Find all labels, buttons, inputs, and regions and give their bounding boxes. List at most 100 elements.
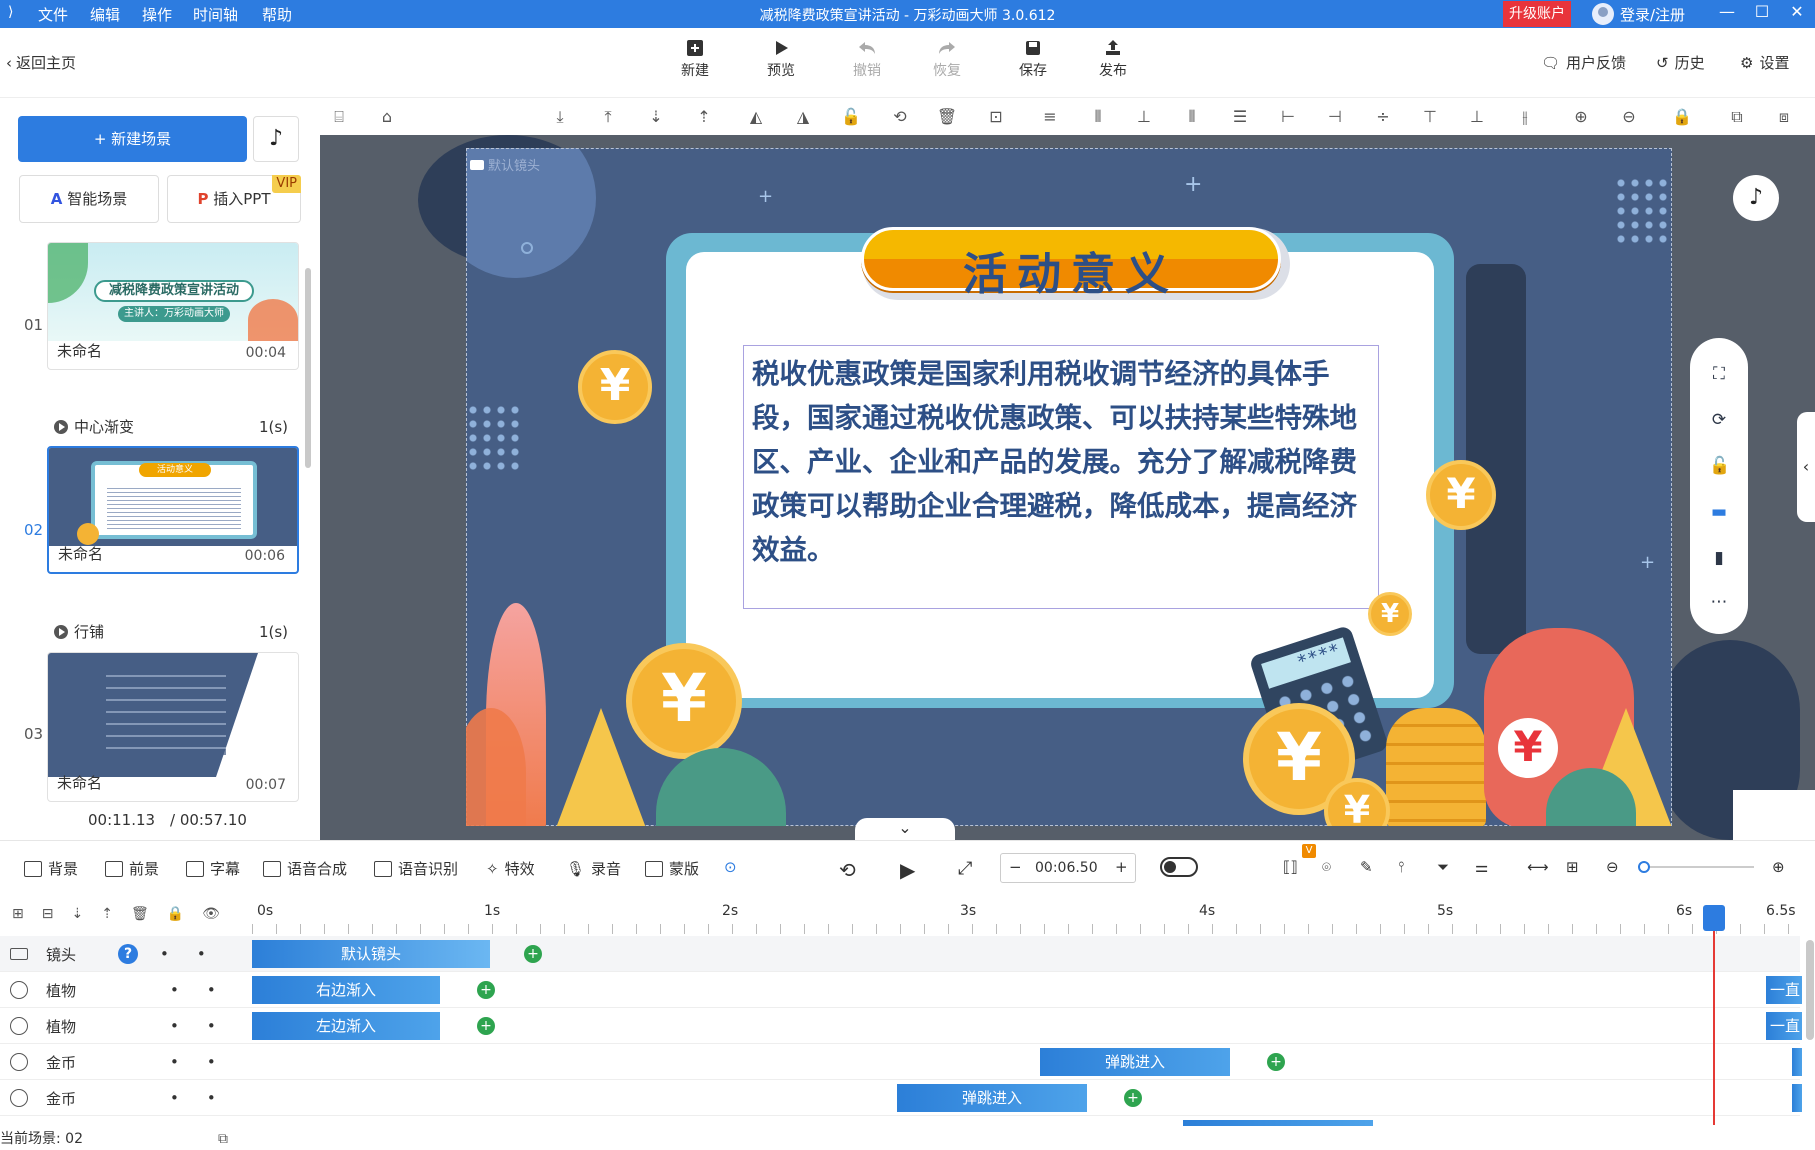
lock-track-icon[interactable]: 🔒 — [167, 906, 184, 922]
track-dot[interactable]: • — [207, 1089, 216, 1107]
maximize-icon[interactable]: ☐ — [1747, 2, 1777, 21]
back-home-button[interactable]: ‹ 返回主页 — [6, 52, 76, 73]
zoom-in-icon[interactable]: ⊕ — [1570, 106, 1592, 128]
track-header[interactable]: 金币 • • — [0, 1044, 250, 1080]
rotate-icon[interactable]: ⟲ — [889, 106, 911, 128]
timeline-clip-end[interactable]: 一直 — [1766, 1012, 1802, 1040]
adjust-button[interactable]: ⚌ — [1475, 858, 1488, 876]
transition-row-01[interactable]: 中心渐变 1(s) — [54, 416, 288, 437]
eye-icon[interactable]: 👁 — [202, 906, 220, 922]
timeline-zoom-in[interactable]: ⊕ — [1772, 858, 1785, 876]
coin[interactable]: ¥ — [1368, 592, 1412, 636]
delete-track-icon[interactable]: 🗑 — [131, 906, 149, 922]
slide[interactable]: + + + 默认镜头 活动意义 税收优惠政策是国家利用税收调节经济的具体手段，国… — [466, 148, 1672, 826]
effects-button[interactable]: ✧ 特效 — [486, 858, 535, 879]
new-scene-button[interactable]: + 新建场景 — [18, 116, 247, 162]
track-dot[interactable]: • — [197, 945, 206, 963]
paste-icon[interactable]: ⧈ — [1773, 106, 1795, 128]
flip-vertical-icon[interactable]: ◮ — [792, 106, 814, 128]
track-header[interactable]: 植物 • • — [0, 972, 250, 1008]
undo-button[interactable]: 撤销 — [837, 38, 897, 80]
move-up-track-icon[interactable]: ⇡ — [101, 906, 113, 922]
add-keyframe-icon[interactable]: + — [524, 945, 542, 963]
toggle-switch[interactable] — [1160, 857, 1198, 877]
track-dot[interactable]: • — [160, 945, 169, 963]
settings-button[interactable]: ⚙ 设置 — [1740, 52, 1789, 73]
asr-button[interactable]: 语音识别 — [374, 858, 458, 879]
track-dot[interactable]: • — [170, 1017, 179, 1035]
more-tools-button[interactable]: ⊙ — [724, 858, 737, 876]
flip-horizontal-icon[interactable]: ◭ — [745, 106, 767, 128]
distribute-v-icon[interactable]: ☰ — [1229, 106, 1251, 128]
fit-width-button[interactable]: ⟷ — [1527, 858, 1549, 876]
timeline-clip-end[interactable] — [1792, 1084, 1802, 1112]
copy-icon[interactable]: ⧉ — [1726, 106, 1748, 128]
minus-icon[interactable]: − — [1009, 858, 1022, 876]
mask-button[interactable]: 蒙版 — [645, 858, 699, 879]
fit-screen-icon[interactable]: ⛶ — [1709, 364, 1729, 384]
mobile-view-icon[interactable]: ▮ — [1709, 548, 1729, 568]
track-dot[interactable]: • — [170, 1089, 179, 1107]
unlock-icon[interactable]: 🔓 — [1709, 456, 1730, 476]
time-input[interactable]: 00:06.50 — [1035, 860, 1098, 876]
move-down-track-icon[interactable]: ⇣ — [71, 906, 83, 922]
zoom-slider-handle[interactable] — [1638, 861, 1650, 873]
add-folder-icon[interactable]: ⊞ — [12, 906, 24, 922]
align-bottom-icon[interactable]: ⊥ — [1133, 106, 1155, 128]
playhead-handle[interactable] — [1703, 905, 1725, 931]
insert-ppt-button[interactable]: P 插入PPT VIP — [167, 175, 301, 223]
add-keyframe-icon[interactable]: + — [477, 981, 495, 999]
timeline-clip-end[interactable]: 一直 — [1766, 976, 1802, 1004]
login-button[interactable]: 登录/注册 — [1592, 3, 1685, 25]
camera-tool-button[interactable]: ⟦⟧ — [1283, 858, 1298, 876]
split-button[interactable]: ⫯ — [1398, 858, 1405, 876]
align-middle-icon[interactable]: ÷ — [1372, 106, 1394, 128]
track-row[interactable] — [0, 1044, 1800, 1080]
new-folder-icon[interactable]: ⊟ — [42, 906, 54, 922]
redo-button[interactable]: 恢复 — [917, 38, 977, 80]
track-header[interactable]: 金币 • • — [0, 1080, 250, 1116]
track-dot[interactable]: • — [207, 1017, 216, 1035]
coin[interactable]: ¥ — [578, 350, 652, 424]
history-button[interactable]: ↺ 历史 — [1656, 52, 1705, 73]
reset-view-icon[interactable]: ⟳ — [1709, 410, 1729, 430]
add-keyframe-icon[interactable]: + — [1124, 1089, 1142, 1107]
lock-icon[interactable]: 🔒 — [1671, 106, 1693, 128]
move-down-icon[interactable]: ⇣ — [645, 106, 667, 128]
bg-music-button[interactable]: ♪ — [1733, 175, 1779, 221]
zoom-slider-track[interactable] — [1638, 861, 1754, 873]
scene-card-01[interactable]: 减税降费政策宣讲活动 主讲人：万彩动画大师 未命名 00:04 — [47, 242, 299, 370]
layers-icon[interactable]: ⧉ — [218, 1131, 228, 1147]
coin[interactable]: ¥ — [1426, 460, 1496, 530]
eraser-icon[interactable]: ⌂ — [376, 106, 398, 128]
timeline-clip-partial[interactable] — [1183, 1120, 1373, 1126]
upgrade-button[interactable]: 升级账户 — [1503, 1, 1571, 27]
help-icon[interactable]: ? — [118, 944, 139, 964]
fullscreen-button[interactable]: ⤢ — [958, 858, 972, 879]
coin[interactable]: ¥ — [626, 643, 742, 759]
replay-button[interactable]: ⟲ — [839, 858, 856, 882]
publish-button[interactable]: 发布 — [1083, 38, 1143, 80]
align-top-icon[interactable]: ⊤ — [1419, 106, 1441, 128]
move-bottom-icon[interactable]: ⤓ — [549, 106, 571, 128]
screenshot-button[interactable]: ⌾ — [1322, 858, 1331, 876]
add-keyframe-icon[interactable]: + — [1267, 1053, 1285, 1071]
align-vcenter-icon[interactable]: ⫲ — [1514, 106, 1536, 128]
timeline-clip[interactable]: 左边渐入 — [252, 1012, 440, 1040]
timeline-clip[interactable]: 默认镜头 — [252, 940, 490, 968]
more-icon[interactable]: ⋯ — [1709, 592, 1729, 612]
track-dot[interactable]: • — [170, 981, 179, 999]
track-dot[interactable]: • — [207, 981, 216, 999]
track-header[interactable]: 植物 • • — [0, 1008, 250, 1044]
coin-stack[interactable] — [1386, 708, 1486, 826]
align-left-icon[interactable]: ⊢ — [1277, 106, 1299, 128]
foreground-button[interactable]: 前景 — [105, 858, 159, 879]
collapse-timeline-button[interactable]: ⌄ — [855, 818, 955, 840]
scene-card-02[interactable]: 活动意义 未命名 00:06 — [47, 446, 299, 574]
timeline-clip-end[interactable] — [1792, 1048, 1802, 1076]
save-button[interactable]: 保存 — [1003, 38, 1063, 80]
timeline-clip[interactable]: 右边渐入 — [252, 976, 440, 1004]
record-button[interactable]: 🎙 录音 — [566, 858, 621, 879]
align-center-h-icon[interactable]: ≡ — [1039, 106, 1061, 128]
timeline-zoom-out[interactable]: ⊖ — [1606, 858, 1619, 876]
